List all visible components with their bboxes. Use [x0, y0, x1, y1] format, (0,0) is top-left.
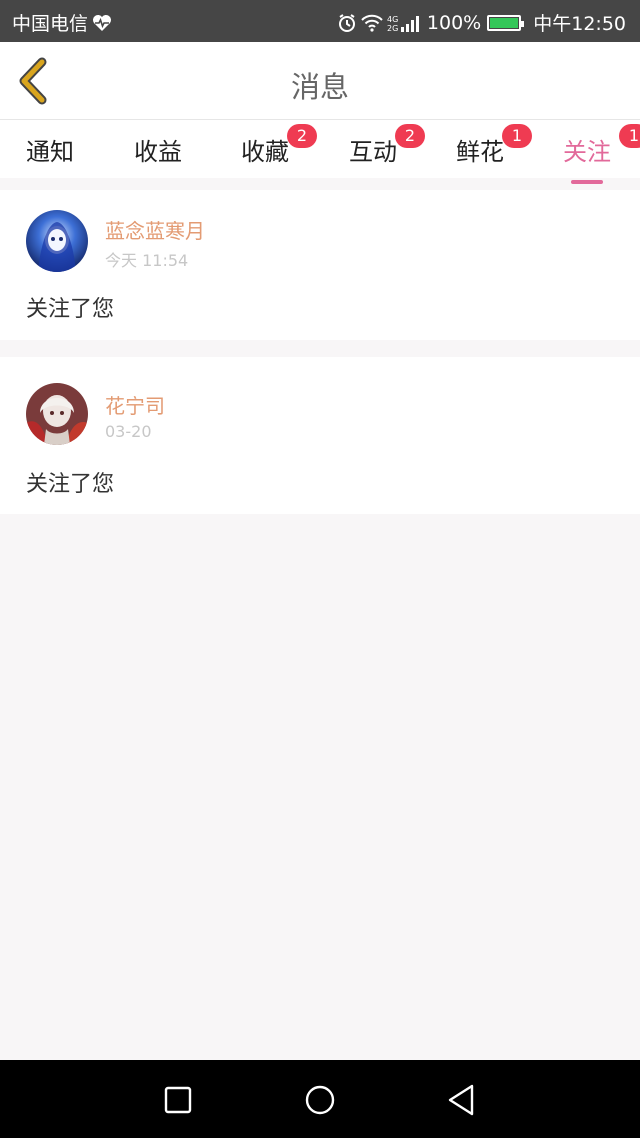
carrier-label: 中国电信 — [12, 13, 89, 35]
wifi-icon — [361, 14, 383, 32]
tab-favorites[interactable]: 收藏 2 — [241, 124, 317, 167]
tab-follows[interactable]: 关注 1 — [563, 124, 640, 184]
message-text: 关注了您 — [26, 297, 115, 322]
unread-badge: 2 — [395, 124, 425, 148]
tab-label: 收藏 — [241, 138, 289, 166]
tab-notifications[interactable]: 通知 — [26, 132, 74, 167]
recent-apps-button[interactable] — [158, 1080, 198, 1120]
unread-badge: 2 — [287, 124, 317, 148]
signal-icon: 4G 2G — [387, 13, 421, 33]
tab-label: 鲜花 — [456, 138, 504, 166]
message-text: 关注了您 — [26, 472, 115, 497]
square-icon — [158, 1086, 198, 1124]
list-item[interactable]: 蓝念蓝寒月 今天 11:54 关注了您 — [0, 190, 640, 340]
tab-label: 收益 — [134, 138, 182, 166]
avatar[interactable] — [26, 210, 88, 272]
list-item[interactable]: 花宁司 03-20 关注了您 — [0, 357, 640, 514]
home-button[interactable] — [300, 1080, 340, 1120]
avatar[interactable] — [26, 383, 88, 445]
heart-monitor-icon — [92, 14, 112, 32]
tab-bar: 通知 收益 收藏 2 互动 2 鲜花 1 关注 1 — [0, 120, 640, 184]
tab-label: 关注 — [563, 138, 611, 166]
battery-percent: 100% — [426, 11, 482, 34]
tab-earnings[interactable]: 收益 — [134, 132, 182, 167]
timestamp: 今天 11:54 — [105, 251, 189, 270]
svg-text:2G: 2G — [387, 24, 398, 33]
app-header: 消息 — [0, 42, 640, 120]
username[interactable]: 蓝念蓝寒月 — [105, 215, 205, 244]
tab-label: 互动 — [349, 138, 397, 166]
unread-badge: 1 — [502, 124, 532, 148]
tab-label: 通知 — [26, 138, 74, 166]
triangle-back-icon — [442, 1084, 482, 1124]
system-nav-bar — [0, 1060, 640, 1138]
tab-flowers[interactable]: 鲜花 1 — [456, 124, 532, 167]
username[interactable]: 花宁司 — [105, 390, 165, 419]
network-type-label: 4G — [387, 15, 398, 24]
battery-icon — [487, 14, 525, 31]
active-tab-indicator — [571, 180, 603, 184]
tab-interactions[interactable]: 互动 2 — [349, 124, 425, 167]
page-title: 消息 — [290, 70, 349, 104]
alarm-icon — [337, 13, 357, 33]
clock: 中午12:50 — [533, 13, 626, 35]
status-bar: 中国电信 4G 2G 100% 中午12:50 — [0, 0, 640, 42]
unread-badge: 1 — [619, 124, 640, 148]
back-nav-button[interactable] — [442, 1080, 482, 1120]
circle-icon — [300, 1085, 340, 1124]
timestamp: 03-20 — [105, 422, 152, 441]
